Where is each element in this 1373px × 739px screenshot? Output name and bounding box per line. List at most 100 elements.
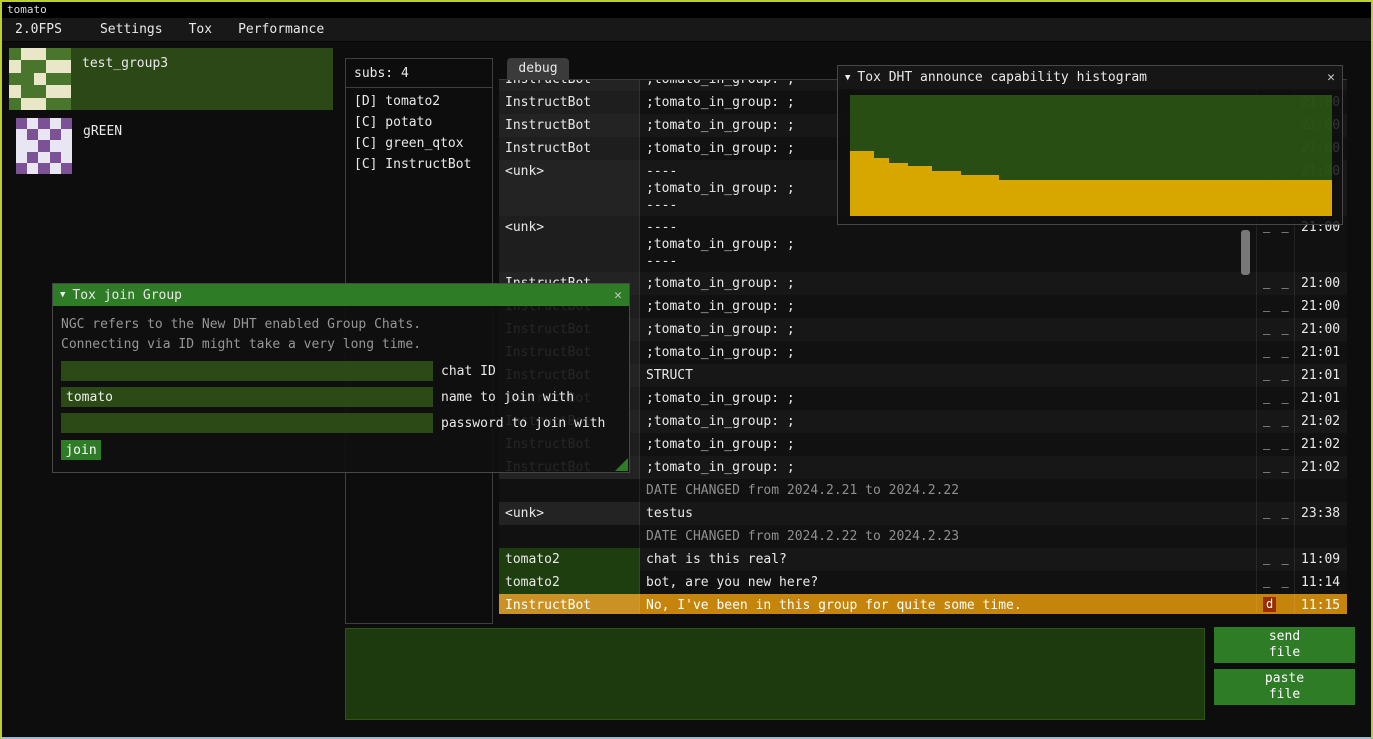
group-name: gREEN	[72, 116, 122, 178]
join-button[interactable]: join	[61, 440, 101, 460]
menu-item-settings[interactable]: Settings	[87, 18, 176, 41]
collapse-arrow-icon[interactable]: ▼	[845, 73, 850, 83]
menu-item-tox[interactable]: Tox	[176, 18, 225, 41]
message-sender: InstructBot	[499, 114, 640, 137]
join-group-window: ▼ Tox join Group ✕ NGC refers to the New…	[52, 283, 630, 473]
message-time: 21:00	[1295, 272, 1347, 295]
avatar-pixel	[59, 98, 71, 110]
subs-item[interactable]: [D] tomato2	[346, 91, 492, 112]
subs-item[interactable]: [C] green_qtox	[346, 133, 492, 154]
group-list: test_group3 gREEN	[9, 48, 333, 184]
resize-grip-icon[interactable]	[615, 458, 628, 471]
message-text: No, I've been in this group for quite so…	[640, 594, 1257, 614]
subs-item[interactable]: [C] InstructBot	[346, 154, 492, 175]
chat-scrollbar-thumb[interactable]	[1241, 230, 1250, 275]
message-text: chat is this real?	[640, 548, 1257, 571]
chat-row[interactable]: InstructBotNo, I've been in this group f…	[499, 594, 1347, 614]
close-icon[interactable]: ✕	[1327, 70, 1335, 85]
join-group-body: NGC refers to the New DHT enabled Group …	[53, 306, 629, 472]
histogram-bar	[889, 163, 908, 216]
message-status: _ _	[1257, 433, 1295, 456]
message-time: 21:01	[1295, 387, 1347, 410]
avatar-pixel	[38, 163, 49, 174]
avatar-pixel	[46, 60, 58, 72]
message-line: ;tomato_in_group: ;	[646, 390, 1250, 407]
avatar-pixel	[38, 140, 49, 151]
dht-histogram-titlebar[interactable]: ▼ Tox DHT announce capability histogram …	[838, 66, 1342, 89]
message-status: _ _	[1257, 571, 1295, 594]
message-line: ----	[646, 253, 1250, 270]
tab-debug[interactable]: debug	[507, 58, 569, 80]
avatar-pixel	[27, 129, 38, 140]
chat-row[interactable]: tomato2bot, are you new here?_ _11:14	[499, 571, 1347, 594]
join-password-input[interactable]	[61, 413, 433, 433]
join-name-input[interactable]	[61, 387, 433, 407]
join-group-titlebar[interactable]: ▼ Tox join Group ✕	[53, 284, 629, 306]
avatar-pixel	[59, 48, 71, 60]
avatar-pixel	[21, 98, 33, 110]
message-sender: tomato2	[499, 548, 640, 571]
paste-file-button[interactable]: paste file	[1214, 669, 1355, 705]
chat-row[interactable]: tomato2chat is this real?_ _11:09	[499, 548, 1347, 571]
message-line: bot, are you new here?	[646, 574, 1250, 591]
message-sender: <unk>	[499, 160, 640, 216]
histogram-bar	[932, 171, 961, 216]
avatar-pixel	[9, 85, 21, 97]
message-text: ;tomato_in_group: ;	[640, 272, 1257, 295]
chat-id-input[interactable]	[61, 361, 433, 381]
join-password-row: password to join with	[61, 413, 621, 433]
message-status: _ _	[1257, 548, 1295, 571]
message-text: DATE CHANGED from 2024.2.22 to 2024.2.23	[640, 525, 1257, 548]
avatar-pixel	[27, 140, 38, 151]
join-password-label: password to join with	[441, 416, 605, 431]
subs-item[interactable]: [C] potato	[346, 112, 492, 133]
send-file-button[interactable]: send file	[1214, 627, 1355, 663]
date-changed-row[interactable]: DATE CHANGED from 2024.2.22 to 2024.2.23	[499, 525, 1347, 548]
chat-id-row: chat ID	[61, 361, 621, 381]
app-window: tomato 2.0FPSSettingsToxPerformance test…	[0, 0, 1373, 739]
avatar-pixel	[38, 129, 49, 140]
avatar-pixel	[61, 129, 72, 140]
avatar-pixel	[38, 152, 49, 163]
close-icon[interactable]: ✕	[614, 288, 622, 303]
histogram-plot	[850, 95, 1332, 216]
message-line: STRUCT	[646, 367, 1250, 384]
menu-item-performance[interactable]: Performance	[225, 18, 337, 41]
avatar-pixel	[59, 60, 71, 72]
join-desc-line1: NGC refers to the New DHT enabled Group …	[61, 315, 621, 335]
avatar-pixel	[61, 118, 72, 129]
avatar-pixel	[50, 140, 61, 151]
subs-header: subs: 4	[346, 59, 492, 88]
avatar-pixel	[34, 48, 46, 60]
group-item-test_group3[interactable]: test_group3	[9, 48, 333, 110]
chat-row[interactable]: <unk>testus_ _23:38	[499, 502, 1347, 525]
histogram-bar	[961, 175, 1000, 216]
message-status: _ _	[1257, 456, 1295, 479]
message-time: 11:09	[1295, 548, 1347, 571]
menu-item-2-0fps[interactable]: 2.0FPS	[2, 18, 75, 41]
avatar-pixel	[34, 85, 46, 97]
avatar-pixel	[16, 152, 27, 163]
message-time: 21:01	[1295, 364, 1347, 387]
avatar-pixel	[9, 60, 21, 72]
message-text: STRUCT	[640, 364, 1257, 387]
chat-id-label: chat ID	[441, 364, 496, 379]
collapse-arrow-icon[interactable]: ▼	[60, 290, 65, 300]
message-time: 21:01	[1295, 341, 1347, 364]
message-status: _ _	[1257, 387, 1295, 410]
group-item-gREEN[interactable]: gREEN	[9, 116, 333, 178]
join-name-row: name to join with	[61, 387, 621, 407]
avatar-pixel	[21, 73, 33, 85]
avatar-pixel	[61, 140, 72, 151]
avatar-pixel	[16, 129, 27, 140]
message-line: ;tomato_in_group: ;	[646, 298, 1250, 315]
message-sender: <unk>	[499, 216, 640, 272]
avatar-pixel	[59, 85, 71, 97]
message-sender: <unk>	[499, 502, 640, 525]
histogram-bar	[874, 158, 888, 216]
message-time: 23:38	[1295, 502, 1347, 525]
message-text: ;tomato_in_group: ;	[640, 341, 1257, 364]
message-status: _ _	[1257, 295, 1295, 318]
date-changed-row[interactable]: DATE CHANGED from 2024.2.21 to 2024.2.22	[499, 479, 1347, 502]
message-input[interactable]	[345, 628, 1205, 720]
